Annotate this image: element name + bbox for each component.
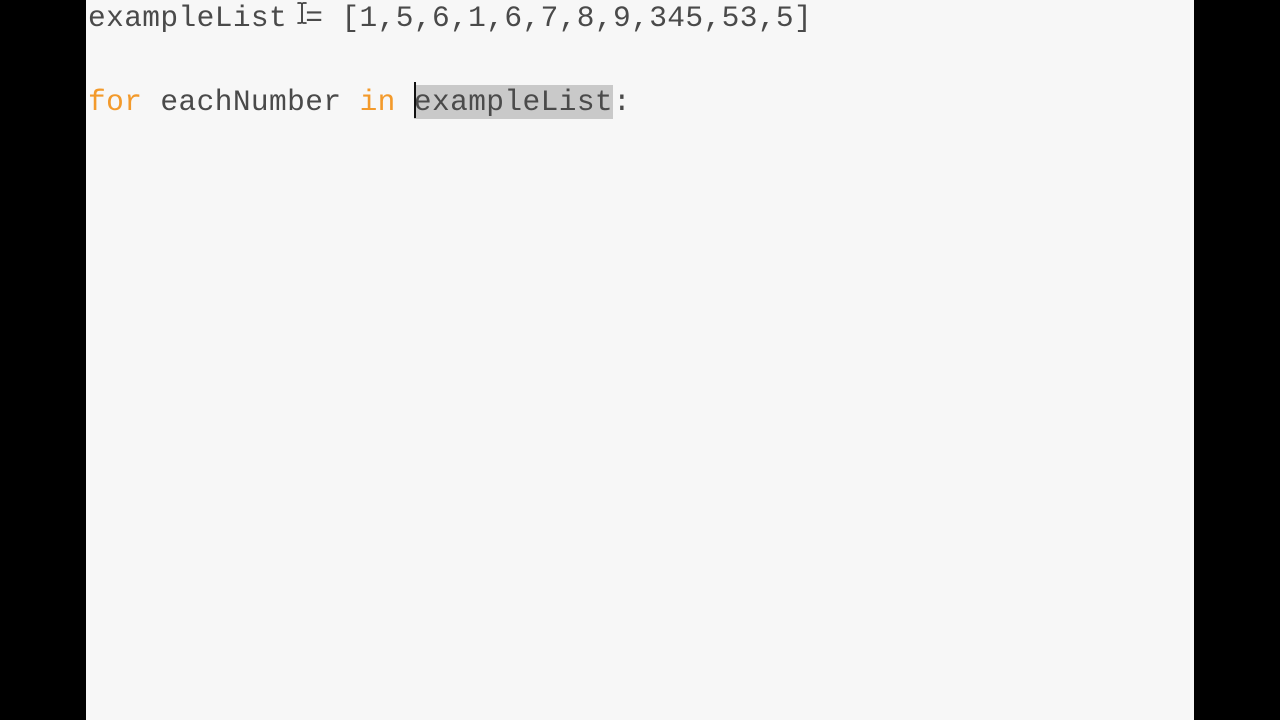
keyword-for: for bbox=[88, 85, 143, 119]
keyword-in: in bbox=[359, 85, 396, 119]
text-ibeam-icon bbox=[297, 2, 307, 24]
colon: : bbox=[613, 85, 632, 119]
code-line-3[interactable]: for eachNumber in exampleList: bbox=[88, 82, 631, 122]
selected-text[interactable]: exampleList bbox=[413, 85, 614, 119]
code-editor[interactable]: exampleList = [1,5,6,1,6,7,8,9,345,53,5]… bbox=[86, 0, 1194, 720]
loop-variable: eachNumber bbox=[142, 85, 360, 119]
text-caret bbox=[413, 82, 416, 119]
code-line-1[interactable]: exampleList = [1,5,6,1,6,7,8,9,345,53,5] bbox=[88, 0, 812, 38]
list-literal: [1,5,6,1,6,7,8,9,345,53,5] bbox=[341, 1, 813, 35]
identifier-examplelist: exampleList bbox=[88, 1, 288, 35]
